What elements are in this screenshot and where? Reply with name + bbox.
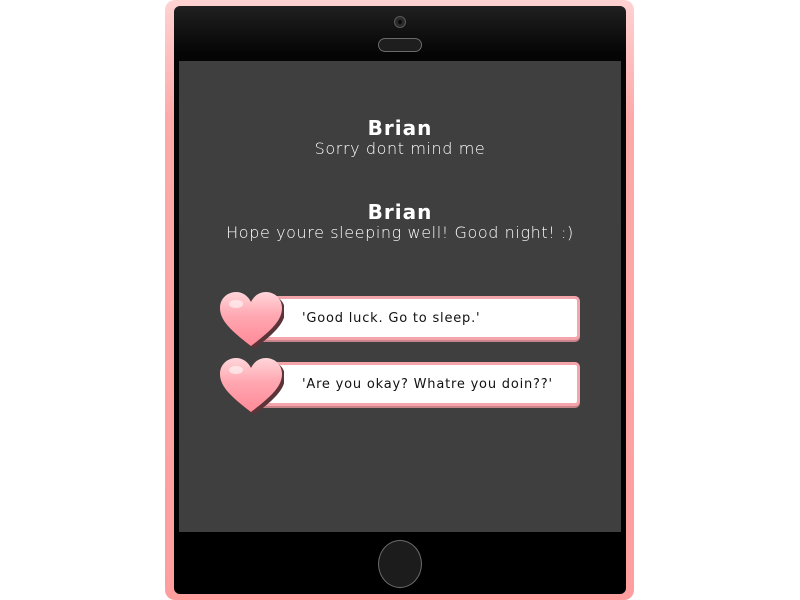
- camera-icon: [394, 16, 406, 28]
- choice-button-1[interactable]: 'Good luck. Go to sleep.': [218, 290, 584, 348]
- home-button[interactable]: [378, 540, 422, 588]
- choice-button-2[interactable]: 'Are you okay? Whatre you doin??': [218, 356, 584, 414]
- message-text: Sorry dont mind me: [314, 139, 486, 158]
- speaker-grille: [378, 38, 422, 52]
- message-text: Hope youre sleeping well! Good night! :): [226, 223, 574, 242]
- message-1: Brian Sorry dont mind me: [179, 117, 621, 159]
- message-2: Brian Hope youre sleeping well! Good nig…: [179, 201, 621, 243]
- game-scene: Brian Sorry dont mind me Brian Hope your…: [0, 0, 800, 600]
- message-sender: Brian: [367, 116, 433, 140]
- message-sender: Brian: [367, 200, 433, 224]
- choice-label: 'Good luck. Go to sleep.': [302, 311, 481, 326]
- heart-icon: [220, 358, 284, 414]
- heart-icon: [220, 292, 284, 348]
- choice-label: 'Are you okay? Whatre you doin??': [302, 377, 553, 392]
